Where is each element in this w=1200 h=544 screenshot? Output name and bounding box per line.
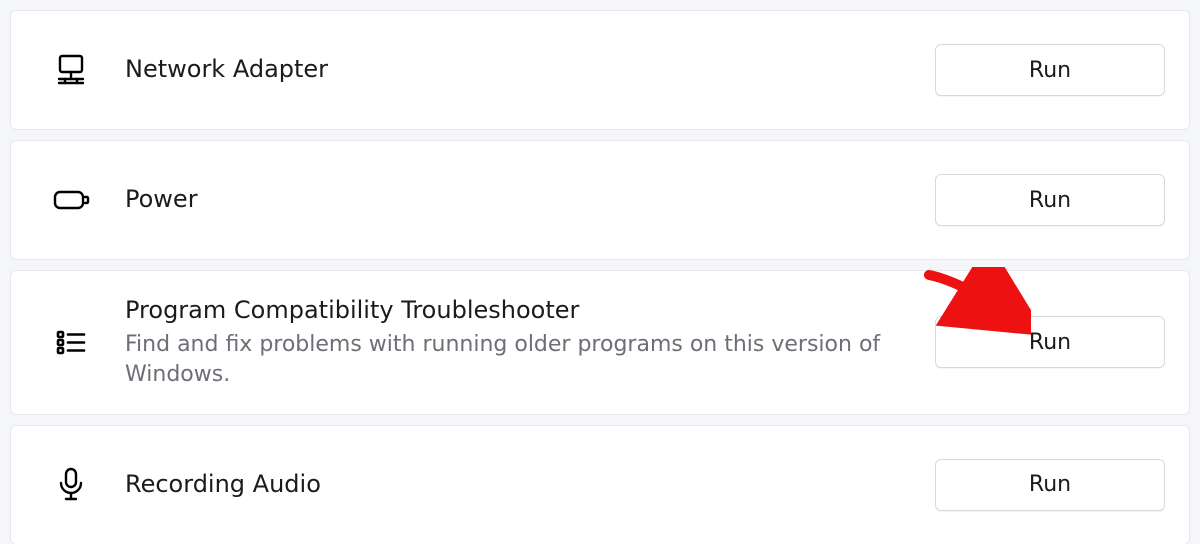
- run-button[interactable]: Run: [935, 316, 1165, 368]
- troubleshooter-title: Recording Audio: [125, 469, 915, 500]
- troubleshooter-item-power: Power Run: [10, 140, 1190, 260]
- network-adapter-icon: [41, 52, 101, 88]
- run-button[interactable]: Run: [935, 459, 1165, 511]
- list-icon: [41, 324, 101, 360]
- troubleshooter-item-recording-audio: Recording Audio Run: [10, 425, 1190, 544]
- troubleshooter-item-program-compatibility: Program Compatibility Troubleshooter Fin…: [10, 270, 1190, 415]
- troubleshooter-title: Power: [125, 184, 915, 215]
- troubleshooter-item-network-adapter: Network Adapter Run: [10, 10, 1190, 130]
- troubleshooter-text: Network Adapter: [101, 54, 935, 85]
- troubleshooter-text: Program Compatibility Troubleshooter Fin…: [101, 295, 935, 390]
- run-button[interactable]: Run: [935, 174, 1165, 226]
- troubleshooter-title: Program Compatibility Troubleshooter: [125, 295, 915, 326]
- battery-icon: [41, 180, 101, 220]
- microphone-icon: [41, 465, 101, 505]
- troubleshooter-list: Network Adapter Run Power Run: [0, 0, 1200, 544]
- run-button[interactable]: Run: [935, 44, 1165, 96]
- troubleshooter-description: Find and fix problems with running older…: [125, 330, 915, 389]
- troubleshooter-title: Network Adapter: [125, 54, 915, 85]
- troubleshooter-text: Recording Audio: [101, 469, 935, 500]
- troubleshooter-text: Power: [101, 184, 935, 215]
